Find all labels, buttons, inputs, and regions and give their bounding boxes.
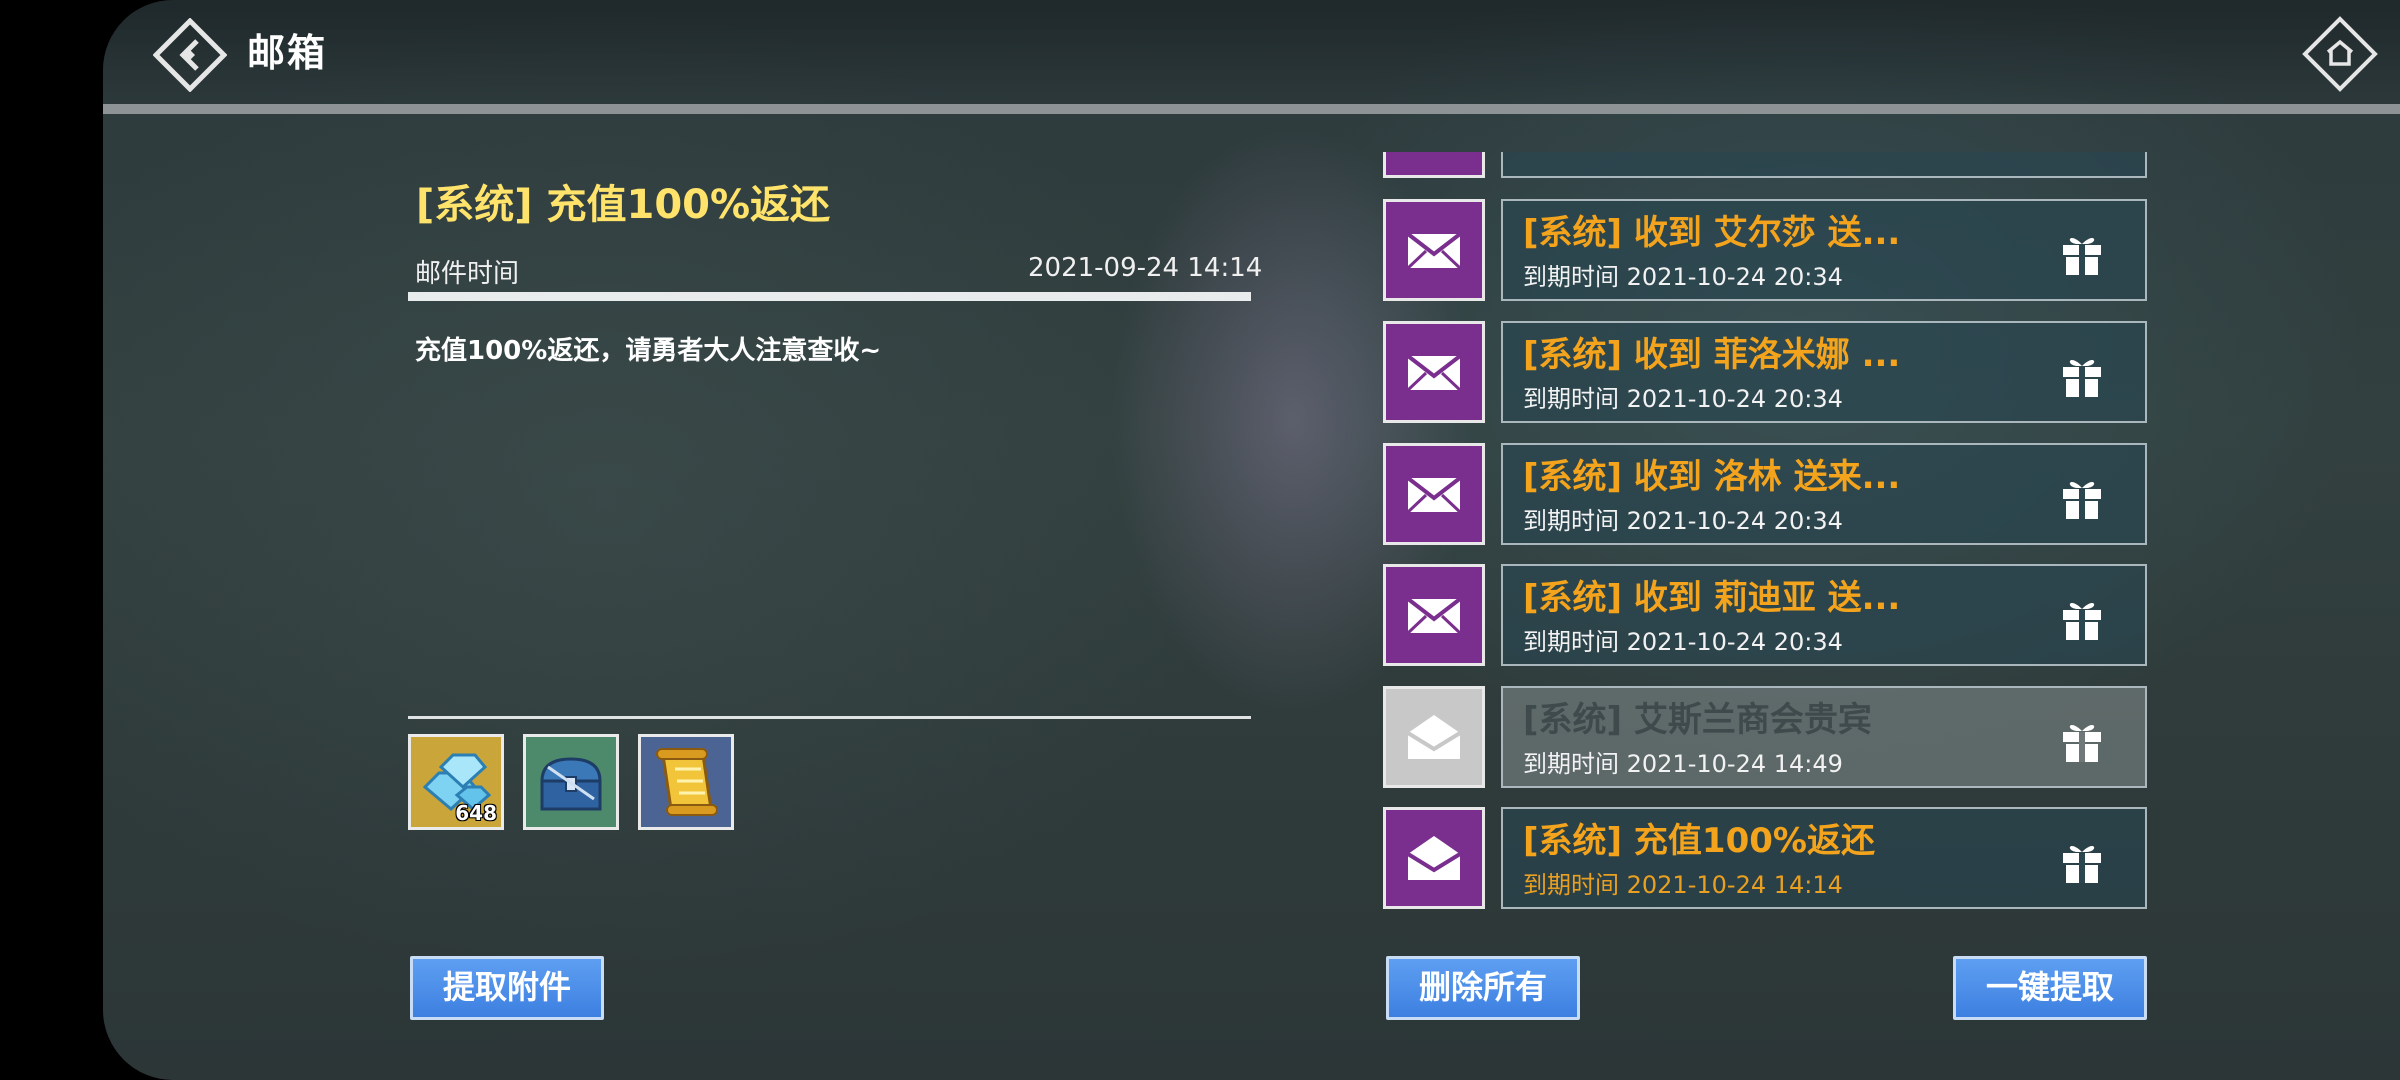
delete-all-button[interactable]: 删除所有: [1386, 956, 1580, 1020]
mail-expire-time: 到期时间 2021-10-24 20:34: [1523, 385, 1843, 413]
mail-list-item[interactable]: [系统] 收到 莉迪亚 送... 到期时间 2021-10-24 20:34: [1383, 564, 2147, 668]
mailbox-panel: 邮箱 [系统] 充值100%返还 邮件时间 2021-09-24 14:14 充…: [103, 0, 2400, 1080]
mail-card: [系统] 艾斯兰商会贵宾 到期时间 2021-10-24 14:49: [1501, 686, 2147, 788]
top-bar: [103, 0, 2400, 104]
gift-icon: [2063, 724, 2101, 762]
mail-time-value: 2021-09-24 14:14: [1028, 253, 1263, 283]
attachment-divider: [408, 716, 1251, 719]
attachment-item-scroll[interactable]: [638, 734, 734, 830]
mail-title: [系统] 收到 菲洛米娜 ...: [1523, 335, 1901, 375]
claim-attachment-button[interactable]: 提取附件: [410, 956, 604, 1020]
mail-list-item-selected[interactable]: [系统] 充值100%返还 到期时间 2021-10-24 14:14: [1383, 807, 2147, 911]
mail-expire-time: 到期时间 2021-10-24 20:34: [1523, 628, 1843, 656]
mail-expire-time: 到期时间 2021-10-24 20:34: [1523, 263, 1843, 291]
mail-card: [系统] 收到 洛林 送来... 到期时间 2021-10-24 20:34: [1501, 443, 2147, 545]
claim-all-button[interactable]: 一键提取: [1953, 956, 2147, 1020]
gift-icon: [2063, 481, 2101, 519]
mail-list-item[interactable]: [系统] 收到 艾尔莎 送... 到期时间 2021-10-24 20:34: [1383, 199, 2147, 303]
mail-detail-title: [系统] 充值100%返还: [416, 182, 831, 228]
gift-icon: [2063, 237, 2101, 275]
mail-card: [1501, 152, 2147, 178]
gift-icon: [2063, 602, 2101, 640]
mail-title: [系统] 充值100%返还: [1523, 821, 1875, 861]
mail-list-item-read[interactable]: [系统] 艾斯兰商会贵宾 到期时间 2021-10-24 14:49: [1383, 686, 2147, 790]
envelope-closed-icon: [1383, 199, 1485, 301]
gift-icon: [2063, 845, 2101, 883]
attachment-item-diamond[interactable]: 648: [408, 734, 504, 830]
back-icon[interactable]: [153, 18, 227, 92]
mail-card: [系统] 收到 莉迪亚 送... 到期时间 2021-10-24 20:34: [1501, 564, 2147, 666]
mail-expire-time: 到期时间 2021-10-24 20:34: [1523, 507, 1843, 535]
attachment-count: 648: [455, 801, 497, 825]
mail-time-label: 邮件时间: [415, 259, 520, 289]
mail-card: [系统] 收到 艾尔莎 送... 到期时间 2021-10-24 20:34: [1501, 199, 2147, 301]
envelope-closed-icon: [1383, 321, 1485, 423]
home-icon[interactable]: [2302, 16, 2378, 92]
attachment-item-chest[interactable]: [523, 734, 619, 830]
chest-icon: [540, 757, 602, 811]
envelope-closed-icon: [1383, 564, 1485, 666]
mail-title: [系统] 艾斯兰商会贵宾: [1523, 700, 1872, 740]
mail-title: [系统] 收到 艾尔莎 送...: [1523, 213, 1901, 253]
mail-icon: [1383, 152, 1485, 178]
mail-card: [系统] 充值100%返还 到期时间 2021-10-24 14:14: [1501, 807, 2147, 909]
envelope-closed-icon: [1383, 443, 1485, 545]
scroll-icon: [656, 748, 718, 816]
mail-card: [系统] 收到 菲洛米娜 ... 到期时间 2021-10-24 20:34: [1501, 321, 2147, 423]
gift-icon: [2063, 359, 2101, 397]
detail-divider: [408, 292, 1251, 301]
top-divider: [103, 104, 2400, 114]
mail-list-item[interactable]: [系统] 收到 菲洛米娜 ... 到期时间 2021-10-24 20:34: [1383, 321, 2147, 425]
mail-body-text: 充值100%返还，请勇者大人注意查收~: [415, 336, 882, 366]
mail-title: [系统] 收到 莉迪亚 送...: [1523, 578, 1901, 618]
mail-expire-time: 到期时间 2021-10-24 14:14: [1523, 871, 1843, 899]
mail-expire-time: 到期时间 2021-10-24 14:49: [1523, 750, 1843, 778]
mail-list-item[interactable]: [系统] 收到 洛林 送来... 到期时间 2021-10-24 20:34: [1383, 443, 2147, 547]
envelope-open-icon: [1383, 807, 1485, 909]
mail-list-item-partial[interactable]: [1383, 152, 2147, 178]
envelope-open-icon: [1383, 686, 1485, 788]
mail-title: [系统] 收到 洛林 送来...: [1523, 457, 1901, 497]
page-title: 邮箱: [247, 31, 328, 75]
